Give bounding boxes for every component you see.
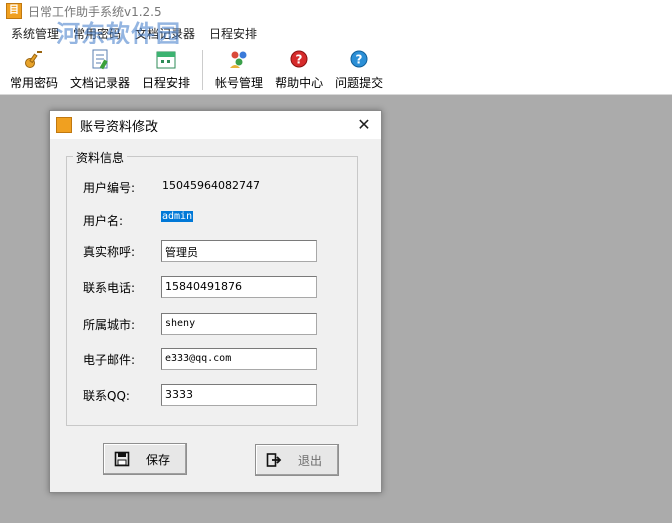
toolbar-label: 文档记录器 <box>70 76 131 90</box>
toolbar-accounts-button[interactable]: 帐号管理 <box>209 46 269 94</box>
city-input[interactable]: sheny <box>161 313 317 335</box>
qq-label: 联系QQ: <box>83 389 130 403</box>
window-title: 日常工作助手系统v1.2.5 <box>28 4 162 19</box>
dialog-title: 账号资料修改 <box>80 119 159 135</box>
menu-schedule[interactable]: 日程安排 <box>202 25 264 42</box>
account-edit-dialog: 账号资料修改 ✕ 资料信息 用户编号: 15045964082747 用户名: … <box>49 110 382 493</box>
dialog-app-icon <box>56 117 72 133</box>
real-name-label: 真实称呼: <box>83 245 136 259</box>
menu-system[interactable]: 系统管理 <box>4 25 66 42</box>
title-bar: 目 日常工作助手系统v1.2.5 <box>0 0 672 22</box>
calendar-icon <box>155 48 177 70</box>
save-label: 保存 <box>146 452 171 467</box>
floppy-disk-icon <box>114 451 130 467</box>
close-icon[interactable]: ✕ <box>355 115 373 134</box>
menu-documents[interactable]: 文档记录器 <box>128 25 202 42</box>
toolbar-passwords-button[interactable]: 常用密码 <box>4 46 64 94</box>
username-label: 用户名: <box>83 214 124 228</box>
document-icon <box>89 48 111 70</box>
exit-label: 退出 <box>298 453 323 468</box>
save-button[interactable]: 保存 <box>103 443 187 475</box>
dialog-title-bar: 账号资料修改 ✕ <box>50 111 381 139</box>
city-label: 所属城市: <box>83 318 136 332</box>
user-id-value: 15045964082747 <box>162 179 260 192</box>
group-label: 资料信息 <box>73 149 128 166</box>
toolbar-submit-button[interactable]: ? 问题提交 <box>329 46 389 94</box>
menu-passwords[interactable]: 常用密码 <box>66 25 128 42</box>
svg-text:?: ? <box>356 53 363 67</box>
phone-input[interactable]: 15840491876 <box>161 276 317 298</box>
toolbar-label: 帮助中心 <box>275 76 324 90</box>
help-icon: ? <box>288 48 310 70</box>
key-icon <box>23 48 45 70</box>
toolbar-label: 日程安排 <box>142 76 191 90</box>
username-value[interactable]: admin <box>161 211 194 222</box>
toolbar: 常用密码 文档记录器 日程安排 帐号管理 ? 帮助中心 ? 问题提交 <box>0 44 672 95</box>
svg-text:?: ? <box>296 53 303 67</box>
exit-button[interactable]: 退出 <box>255 444 339 476</box>
toolbar-separator <box>202 50 204 90</box>
toolbar-schedule-button[interactable]: 日程安排 <box>136 46 196 94</box>
real-name-input[interactable]: 管理员 <box>161 240 317 262</box>
email-label: 电子邮件: <box>83 353 136 367</box>
email-input[interactable]: e333@qq.com <box>161 348 317 370</box>
app-icon: 目 <box>6 3 22 19</box>
user-id-label: 用户编号: <box>83 181 136 195</box>
toolbar-label: 帐号管理 <box>215 76 264 90</box>
toolbar-label: 常用密码 <box>10 76 59 90</box>
qq-input[interactable]: 3333 <box>161 384 317 406</box>
toolbar-help-button[interactable]: ? 帮助中心 <box>269 46 329 94</box>
users-icon <box>228 48 250 70</box>
toolbar-documents-button[interactable]: 文档记录器 <box>64 46 136 94</box>
phone-label: 联系电话: <box>83 281 136 295</box>
toolbar-label: 问题提交 <box>335 76 384 90</box>
submit-icon: ? <box>348 48 370 70</box>
exit-icon <box>266 452 282 468</box>
menu-bar: 系统管理 常用密码 文档记录器 日程安排 <box>0 22 672 44</box>
